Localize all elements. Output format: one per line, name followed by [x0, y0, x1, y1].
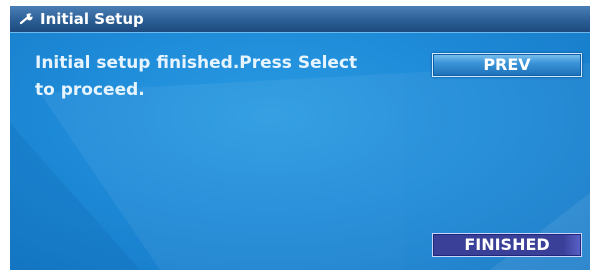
setup-dialog: Initial Setup Initial setup finished.Pre… [10, 6, 590, 270]
dialog-content: Initial setup finished.Press Select to p… [10, 33, 590, 270]
dialog-title: Initial Setup [40, 10, 144, 28]
setup-message: Initial setup finished.Press Select to p… [35, 53, 358, 100]
wrench-icon [19, 13, 33, 25]
finished-button[interactable]: FINISHED [432, 233, 582, 257]
prev-button[interactable]: PREV [432, 53, 582, 77]
title-bar: Initial Setup [10, 6, 590, 33]
